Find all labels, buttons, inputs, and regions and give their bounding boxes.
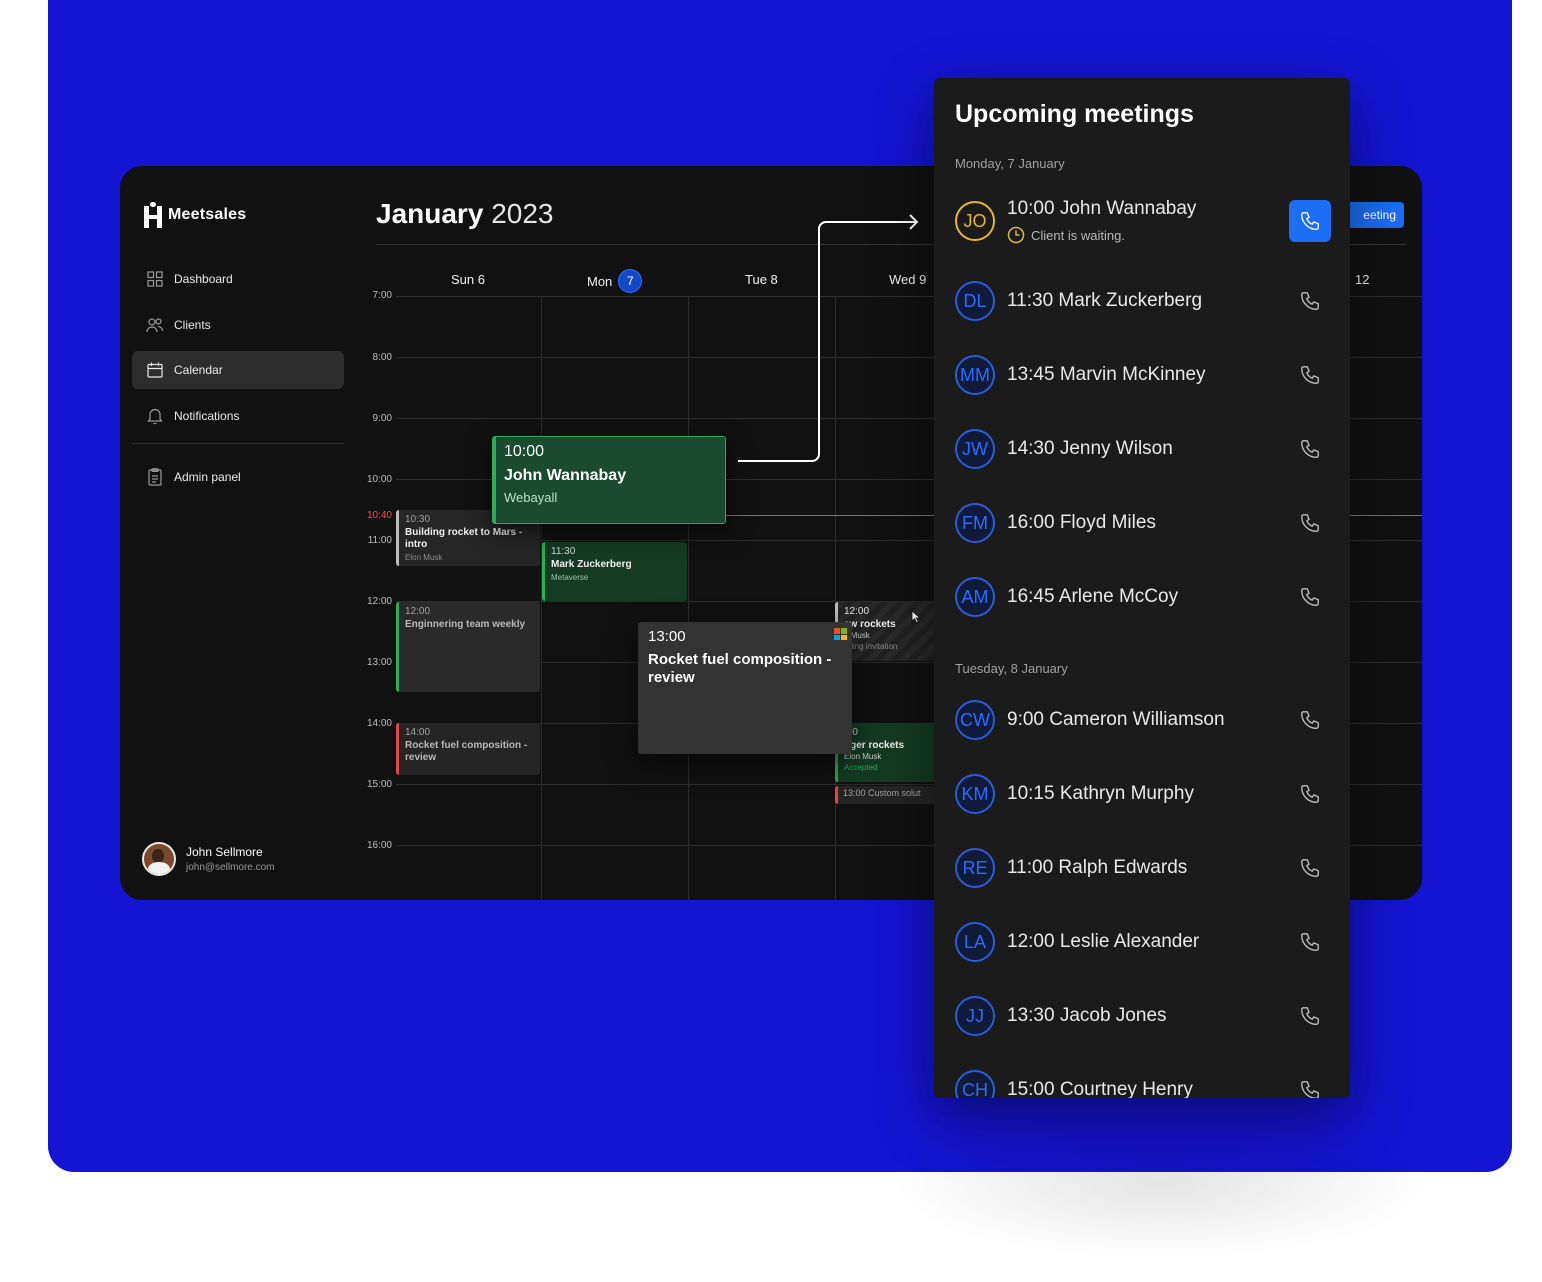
phone-icon bbox=[1301, 859, 1319, 877]
call-button[interactable] bbox=[1289, 354, 1331, 396]
meeting-row[interactable]: JW 14:30 Jenny Wilson bbox=[955, 424, 1331, 474]
meeting-title: 13:45 Marvin McKinney bbox=[1007, 364, 1206, 385]
phone-icon bbox=[1301, 366, 1319, 384]
phone-icon bbox=[1301, 785, 1319, 803]
avatar: KM bbox=[955, 774, 995, 814]
meeting-title: 9:00 Cameron Williamson bbox=[1007, 709, 1225, 730]
meeting-title: 16:00 Floyd Miles bbox=[1007, 512, 1156, 533]
meeting-row[interactable]: JJ 13:30 Jacob Jones bbox=[955, 991, 1331, 1041]
call-button[interactable] bbox=[1289, 428, 1331, 470]
avatar: JO bbox=[955, 201, 995, 241]
phone-icon bbox=[1301, 514, 1319, 532]
call-button[interactable] bbox=[1289, 847, 1331, 889]
avatar: AM bbox=[955, 577, 995, 617]
meeting-row[interactable]: RE 11:00 Ralph Edwards bbox=[955, 843, 1331, 893]
meeting-title: 15:00 Courtney Henry bbox=[1007, 1079, 1193, 1098]
meeting-title: 12:00 Leslie Alexander bbox=[1007, 931, 1200, 952]
call-button[interactable] bbox=[1289, 576, 1331, 618]
phone-icon bbox=[1301, 440, 1319, 458]
phone-icon bbox=[1301, 588, 1319, 606]
meeting-row[interactable]: DL 11:30 Mark Zuckerberg bbox=[955, 276, 1331, 326]
avatar: DL bbox=[955, 281, 995, 321]
avatar: JJ bbox=[955, 996, 995, 1036]
meeting-title: 14:30 Jenny Wilson bbox=[1007, 438, 1173, 459]
call-button[interactable] bbox=[1289, 1069, 1331, 1098]
call-button[interactable] bbox=[1289, 502, 1331, 544]
panel-title: Upcoming meetings bbox=[955, 100, 1194, 128]
meeting-row[interactable]: AM 16:45 Arlene McCoy bbox=[955, 572, 1331, 622]
date-heading: Tuesday, 8 January bbox=[955, 661, 1068, 676]
upcoming-meetings-panel: Upcoming meetings Monday, 7 January JO 1… bbox=[934, 78, 1350, 1098]
call-button[interactable] bbox=[1289, 995, 1331, 1037]
phone-icon bbox=[1301, 1081, 1319, 1098]
avatar: CH bbox=[955, 1070, 995, 1098]
waiting-status: Client is waiting. bbox=[1007, 226, 1289, 244]
phone-icon bbox=[1301, 933, 1319, 951]
meeting-row[interactable]: JO 10:00 John Wannabay Client is waiting… bbox=[955, 196, 1331, 246]
clock-icon bbox=[1007, 226, 1025, 244]
avatar: JW bbox=[955, 429, 995, 469]
call-button[interactable] bbox=[1289, 280, 1331, 322]
meeting-row[interactable]: CH 15:00 Courtney Henry bbox=[955, 1065, 1331, 1098]
avatar: RE bbox=[955, 848, 995, 888]
phone-icon bbox=[1301, 212, 1319, 230]
avatar: MM bbox=[955, 355, 995, 395]
meeting-row[interactable]: LA 12:00 Leslie Alexander bbox=[955, 917, 1331, 967]
phone-icon bbox=[1301, 1007, 1319, 1025]
status-text: Client is waiting. bbox=[1031, 227, 1125, 243]
meeting-title: 10:15 Kathryn Murphy bbox=[1007, 783, 1194, 804]
meeting-row[interactable]: CW 9:00 Cameron Williamson bbox=[955, 695, 1331, 745]
avatar: FM bbox=[955, 503, 995, 543]
meeting-title: 13:30 Jacob Jones bbox=[1007, 1005, 1167, 1026]
meeting-row[interactable]: FM 16:00 Floyd Miles bbox=[955, 498, 1331, 548]
date-heading: Monday, 7 January bbox=[955, 156, 1065, 171]
call-button[interactable] bbox=[1289, 921, 1331, 963]
call-button[interactable] bbox=[1289, 773, 1331, 815]
meeting-title: 10:00 John Wannabay bbox=[1007, 198, 1197, 219]
meeting-row[interactable]: KM 10:15 Kathryn Murphy bbox=[955, 769, 1331, 819]
meeting-row[interactable]: MM 13:45 Marvin McKinney bbox=[955, 350, 1331, 400]
avatar: LA bbox=[955, 922, 995, 962]
call-button[interactable] bbox=[1289, 699, 1331, 741]
avatar: CW bbox=[955, 700, 995, 740]
phone-icon bbox=[1301, 711, 1319, 729]
meeting-title: 11:00 Ralph Edwards bbox=[1007, 857, 1188, 878]
call-button[interactable] bbox=[1289, 200, 1331, 242]
phone-icon bbox=[1301, 292, 1319, 310]
meeting-title: 11:30 Mark Zuckerberg bbox=[1007, 290, 1203, 311]
meeting-title: 16:45 Arlene McCoy bbox=[1007, 586, 1179, 607]
